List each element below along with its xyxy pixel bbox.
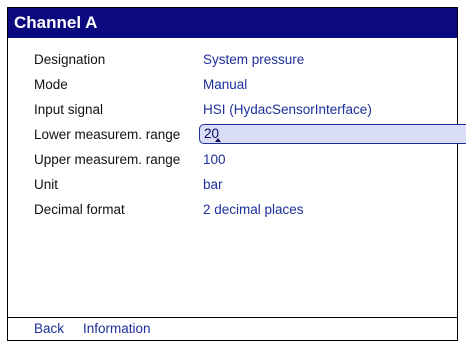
input-signal-value[interactable]: HSI (HydacSensorInterface) [203, 99, 372, 121]
window-title: Channel A [8, 8, 457, 38]
field-row-designation[interactable]: Designation System pressure [34, 49, 447, 71]
field-row-input-signal[interactable]: Input signal HSI (HydacSensorInterface) [34, 99, 447, 121]
upper-range-value[interactable]: 100 [203, 149, 226, 171]
input-signal-label: Input signal [34, 102, 104, 117]
softkey-bar: Back Information [8, 317, 457, 340]
back-button[interactable]: Back [34, 318, 64, 340]
field-row-upper-range[interactable]: Upper measurem. range 100 [34, 149, 447, 171]
field-row-unit[interactable]: Unit bar [34, 174, 447, 196]
field-row-decimal-format[interactable]: Decimal format 2 decimal places [34, 199, 447, 221]
designation-label: Designation [34, 52, 106, 67]
text-cursor-icon [215, 138, 221, 142]
lower-range-label: Lower measurem. range [34, 127, 181, 142]
mode-label: Mode [34, 77, 68, 92]
field-row-lower-range[interactable]: Lower measurem. range 20 [34, 124, 466, 146]
upper-range-label: Upper measurem. range [34, 152, 181, 167]
designation-value[interactable]: System pressure [203, 49, 304, 71]
lower-range-input[interactable]: 20 [199, 124, 466, 144]
channel-window: Channel A Designation System pressure Mo… [7, 7, 466, 341]
decimal-format-value[interactable]: 2 decimal places [203, 199, 304, 221]
mode-value[interactable]: Manual [203, 74, 247, 96]
decimal-format-label: Decimal format [34, 202, 125, 217]
unit-value[interactable]: bar [203, 174, 223, 196]
unit-label: Unit [34, 177, 59, 192]
information-button[interactable]: Information [83, 318, 151, 340]
field-row-mode[interactable]: Mode Manual [34, 74, 447, 96]
